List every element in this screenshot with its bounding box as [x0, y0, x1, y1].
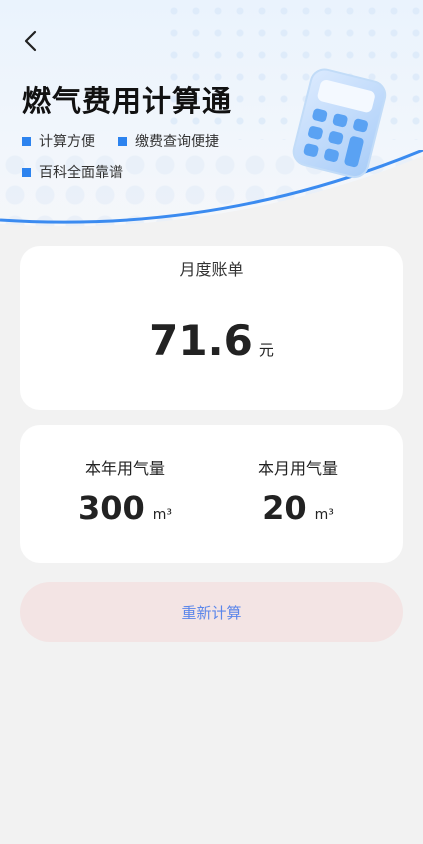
- bill-amount-value: 71.6: [149, 316, 253, 365]
- monthly-usage: 本月用气量 20 m³: [223, 455, 373, 527]
- monthly-usage-value: 20: [262, 489, 307, 527]
- usage-card: 本年用气量 300 m³ 本月用气量 20 m³: [20, 425, 403, 563]
- bill-amount-unit: 元: [258, 341, 274, 359]
- feature-item: 计算方便: [22, 131, 95, 151]
- monthly-usage-value-row: 20 m³: [223, 489, 373, 527]
- monthly-bill-card: 月度账单 71.6 元: [20, 246, 403, 410]
- header-banner: 燃气费用计算通 计算方便 缴费查询便捷 百科全面靠谱: [0, 0, 423, 232]
- yearly-usage-label: 本年用气量: [84, 459, 165, 478]
- back-button[interactable]: [16, 26, 46, 56]
- monthly-usage-unit: m³: [314, 507, 334, 523]
- yearly-usage-unit: m³: [152, 507, 173, 523]
- chevron-left-icon: [24, 30, 37, 52]
- feature-label: 百科全面靠谱: [39, 165, 123, 181]
- yearly-usage: 本年用气量 300 m³: [50, 455, 200, 527]
- bill-amount: 71.6 元: [20, 316, 403, 365]
- bullet-square-icon: [118, 136, 127, 146]
- feature-item: 百科全面靠谱: [22, 162, 123, 182]
- bullet-square-icon: [22, 167, 31, 177]
- feature-item: 缴费查询便捷: [118, 131, 219, 151]
- yearly-usage-value: 300: [77, 489, 145, 527]
- yearly-usage-value-row: 300 m³: [50, 489, 200, 527]
- feature-label: 缴费查询便捷: [135, 134, 219, 150]
- feature-label: 计算方便: [39, 134, 95, 150]
- bullet-square-icon: [22, 136, 31, 146]
- monthly-usage-label: 本月用气量: [257, 459, 338, 478]
- recalculate-button[interactable]: 重新计算: [20, 582, 403, 642]
- page-title: 燃气费用计算通: [22, 84, 233, 118]
- bill-label: 月度账单: [179, 260, 244, 279]
- calculator-icon: [292, 68, 387, 179]
